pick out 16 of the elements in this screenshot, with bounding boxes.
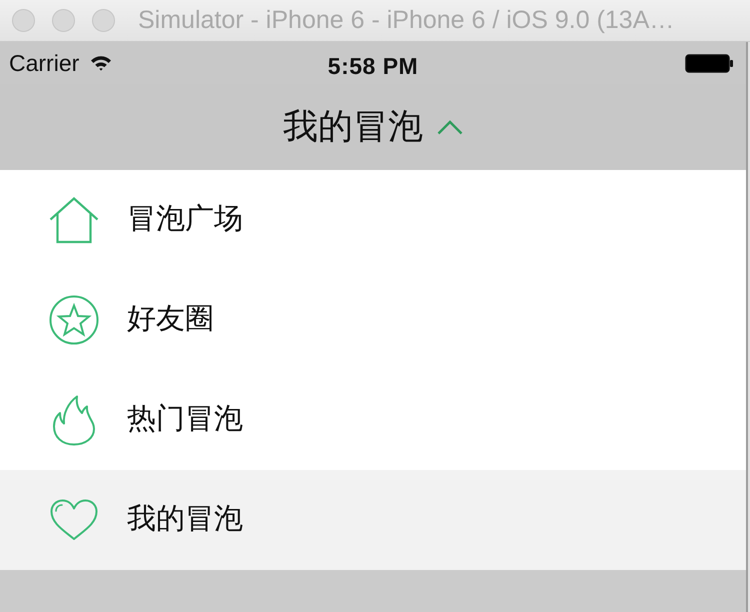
minimize-button[interactable] (52, 9, 75, 32)
flame-icon (52, 394, 96, 446)
menu-item[interactable]: 我的冒泡 (0, 470, 746, 570)
menu-item[interactable]: 热门冒泡 (0, 370, 746, 470)
wifi-icon (90, 55, 112, 71)
heart-icon (50, 499, 98, 541)
carrier-name: Carrier (9, 48, 80, 78)
battery-icon (685, 54, 734, 72)
close-button[interactable] (12, 9, 35, 32)
house-icon (49, 196, 99, 244)
window-title: Simulator - iPhone 6 - iPhone 6 / iOS 9.0 (13A… (138, 4, 674, 36)
menu-item[interactable]: 好友圈 (0, 270, 746, 370)
zoom-button[interactable] (92, 9, 115, 32)
menu-item[interactable]: 冒泡广场 (0, 170, 746, 270)
title-dropdown[interactable]: 我的冒泡 (283, 100, 463, 154)
status-time: 5:58 PM (328, 52, 418, 81)
